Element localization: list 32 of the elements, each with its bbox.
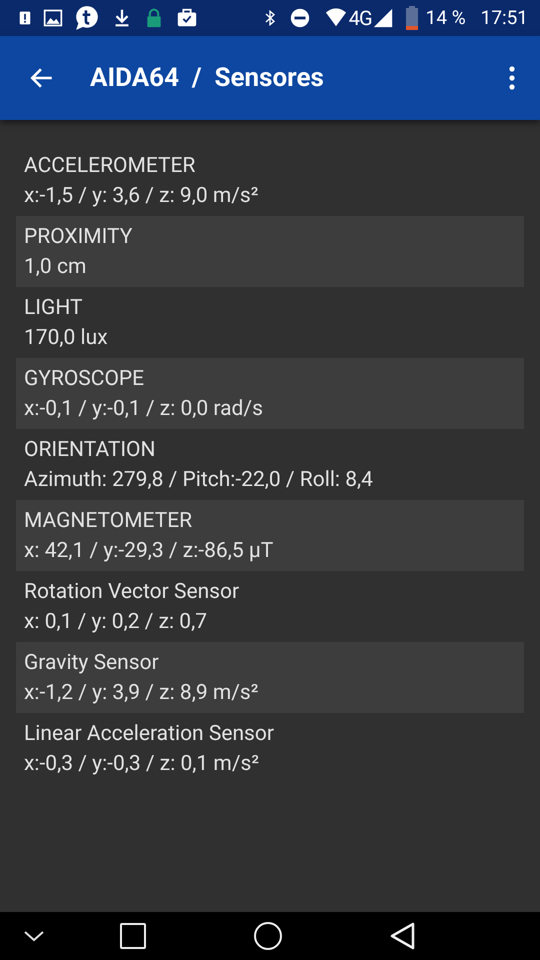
chevron-down-icon (23, 929, 45, 943)
image-icon (43, 8, 63, 28)
sensor-name: PROXIMITY (24, 224, 132, 250)
clock: 17:51 (480, 4, 528, 31)
network-type: 4G (348, 8, 372, 28)
sensor-value: x: 0,1 / y: 0,2 / z: 0,7 (24, 608, 208, 634)
app-title: AIDA64 / Sensores (90, 62, 325, 94)
sensor-name: LIGHT (24, 294, 83, 320)
home-button[interactable] (254, 922, 282, 950)
sensor-value: Azimuth: 279,8 / Pitch:-22,0 / Roll: 8,4 (24, 466, 373, 492)
sensor-name: Linear Acceleration Sensor (24, 720, 274, 746)
battery-percentage: 14 % (426, 4, 466, 31)
sensor-value: 1,0 cm (24, 254, 86, 280)
back-nav-button[interactable] (390, 922, 416, 950)
sensor-value: x:-0,1 / y:-0,1 / z: 0,0 rad/s (24, 396, 263, 422)
sensor-value: x:-0,3 / y:-0,3 / z: 0,1 m/s² (24, 750, 260, 776)
battery-icon (404, 6, 419, 30)
sensor-name: ACCELEROMETER (24, 152, 196, 178)
signal-icon (372, 7, 394, 29)
sensor-name: GYROSCOPE (24, 366, 144, 392)
sensor-name: Rotation Vector Sensor (24, 578, 240, 604)
sensor-value: x: 42,1 / y:-29,3 / z:-86,5 µT (24, 538, 274, 564)
sensor-value: x:-1,5 / y: 3,6 / z: 9,0 m/s² (24, 182, 258, 208)
sensor-value: 170,0 lux (24, 324, 108, 350)
sensor-name: ORIENTATION (24, 436, 156, 462)
sensor-name: Gravity Sensor (24, 650, 159, 676)
briefcase-icon (175, 7, 199, 29)
recents-button[interactable] (120, 923, 146, 949)
sensor-name: MAGNETOMETER (24, 508, 192, 534)
chat-bubble-icon (74, 5, 100, 31)
do-not-disturb-icon (288, 7, 311, 29)
sensor-value: x:-1,2 / y: 3,9 / z: 8,9 m/s² (24, 680, 258, 706)
